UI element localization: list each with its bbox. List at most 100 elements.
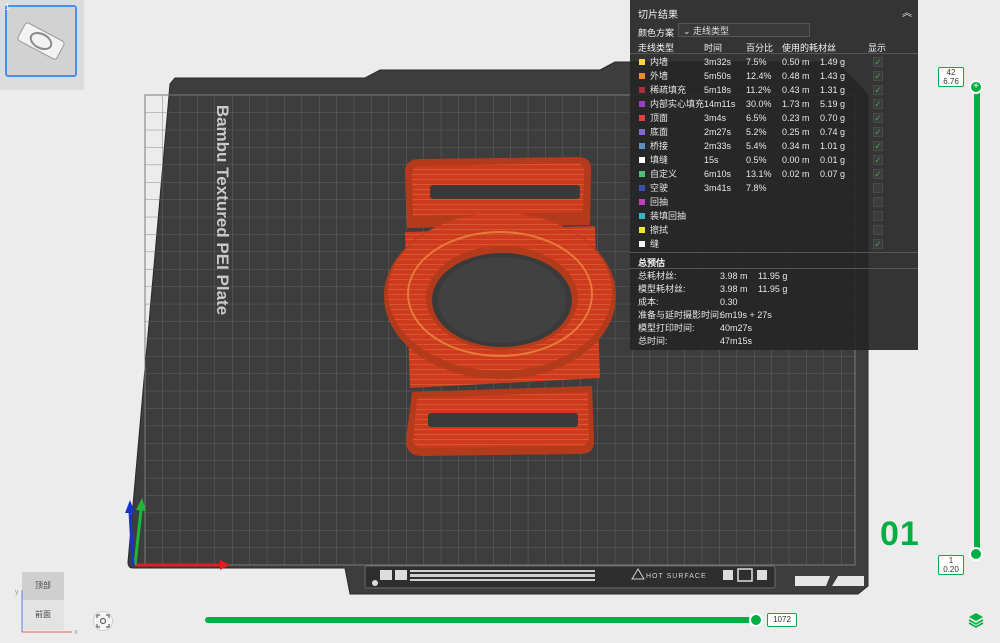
checkmark-icon: ✓: [874, 113, 882, 123]
checkmark-icon: ✓: [874, 141, 882, 151]
feature-row: 擦拭: [630, 223, 918, 237]
feature-weight: 0.74 g: [820, 127, 846, 137]
focus-icon: [96, 614, 110, 628]
visibility-checkbox[interactable]: ✓: [873, 141, 883, 151]
color-swatch: [639, 129, 645, 135]
visibility-checkbox[interactable]: ✓: [873, 71, 883, 81]
estimate-v1: 0.30: [720, 297, 738, 307]
feature-name: 桥接: [650, 141, 669, 151]
feature-name: 自定义: [650, 169, 678, 179]
feature-percent: 13.1%: [746, 169, 772, 179]
feature-row: 内墙 3m32s 7.5% 0.50 m 1.49 g ✓: [630, 55, 918, 69]
visibility-checkbox[interactable]: ✓: [873, 155, 883, 165]
visibility-checkbox[interactable]: ✓: [873, 113, 883, 123]
feature-length: 0.00 m: [782, 155, 810, 165]
feature-percent: 0.5%: [746, 155, 767, 165]
visibility-checkbox[interactable]: [873, 225, 883, 235]
estimate-row: 总耗材丝: 3.98 m 11.95 g: [630, 270, 918, 283]
hot-surface-label: HOT SURFACE: [646, 573, 707, 580]
feature-time: 5m50s: [704, 71, 732, 81]
color-swatch: [639, 213, 645, 219]
layers-toggle-button[interactable]: [968, 612, 984, 628]
feature-row: 底面 2m27s 5.2% 0.25 m 0.74 g ✓: [630, 125, 918, 139]
view-cube-axes: x y: [15, 589, 78, 636]
visibility-checkbox[interactable]: ✓: [873, 127, 883, 137]
divider: [630, 53, 918, 54]
feature-name: 稀疏填充: [650, 85, 687, 95]
feature-length: 0.25 m: [782, 127, 810, 137]
color-swatch: [639, 73, 645, 79]
estimate-v1: 3.98 m: [720, 271, 748, 281]
feature-name: 缝: [650, 239, 660, 249]
visibility-checkbox[interactable]: ✓: [873, 239, 883, 249]
checkmark-icon: ✓: [874, 85, 882, 95]
bottom-layer-height: 0.20: [943, 565, 959, 574]
estimate-label: 总耗材丝:: [638, 271, 677, 281]
feature-name: 内墙: [650, 57, 669, 67]
layer-slider-track[interactable]: [974, 86, 980, 554]
divider: [630, 268, 918, 269]
feature-percent: 5.4%: [746, 141, 767, 151]
layer-bottom-label: 1 0.20: [938, 555, 964, 575]
plate-number: 01: [880, 515, 920, 553]
feature-name: 擦拭: [650, 225, 669, 235]
visibility-checkbox[interactable]: ✓: [873, 99, 883, 109]
checkmark-icon: ✓: [874, 127, 882, 137]
color-swatch: [639, 115, 645, 121]
checkmark-icon: ✓: [874, 155, 882, 165]
collapse-chevron-icon[interactable]: ︽: [902, 4, 912, 19]
feature-percent: 11.2%: [746, 85, 771, 95]
estimate-label: 总时间:: [638, 336, 668, 346]
feature-time: 2m27s: [704, 127, 732, 137]
visibility-checkbox[interactable]: ✓: [873, 169, 883, 179]
layer-slider-top-handle[interactable]: +: [969, 80, 983, 94]
feature-name: 填缝: [650, 155, 669, 165]
layer-slider-bottom-handle[interactable]: [969, 547, 983, 561]
top-layer-number: 42: [946, 68, 956, 77]
checkmark-icon: ✓: [874, 71, 882, 81]
color-scheme-dropdown[interactable]: ⌄ 走线类型: [678, 23, 810, 37]
feature-row: 稀疏填充 5m18s 11.2% 0.43 m 1.31 g ✓: [630, 83, 918, 97]
feature-percent: 6.5%: [746, 113, 767, 123]
estimate-v2: 11.95 g: [758, 271, 788, 281]
axis-y-label: y: [15, 589, 19, 596]
feature-time: 15s: [704, 155, 719, 165]
feature-name: 顶面: [650, 113, 669, 123]
bed-name-label: Bambu Textured PEI Plate: [213, 104, 232, 316]
feature-time: 14m11s: [704, 99, 736, 109]
feature-time: 3m32s: [704, 57, 732, 67]
color-swatch: [639, 59, 645, 65]
feature-time: 3m4s: [704, 113, 727, 123]
move-slider-handle[interactable]: [749, 613, 763, 627]
estimate-v1: 6m19s + 27s: [720, 310, 772, 320]
feature-row: 顶面 3m4s 6.5% 0.23 m 0.70 g ✓: [630, 111, 918, 125]
visibility-checkbox[interactable]: [873, 183, 883, 193]
camera-reset-button[interactable]: [93, 611, 113, 631]
feature-weight: 1.01 g: [820, 141, 846, 151]
feature-percent: 12.4%: [746, 71, 772, 81]
visibility-checkbox[interactable]: ✓: [873, 85, 883, 95]
estimate-label: 模型耗材丝:: [638, 284, 686, 294]
color-swatch: [639, 143, 645, 149]
estimate-v1: 40m27s: [720, 323, 753, 333]
visibility-checkbox[interactable]: ✓: [873, 57, 883, 67]
checkmark-icon: ✓: [874, 99, 882, 109]
estimate-label: 成本:: [638, 297, 659, 307]
estimate-row: 模型打印时间: 40m27s: [630, 322, 918, 335]
feature-row: 回抽: [630, 195, 918, 209]
visibility-checkbox[interactable]: [873, 197, 883, 207]
feature-row: 缝 ✓: [630, 237, 918, 251]
feature-row: 空驶 3m41s 7.8%: [630, 181, 918, 195]
feature-length: 0.02 m: [782, 169, 810, 179]
feature-length: 0.23 m: [782, 113, 810, 123]
estimate-v1: 47m15s: [720, 336, 753, 346]
estimate-row: 准备与延时摄影时间: 6m19s + 27s: [630, 309, 918, 322]
estimate-row: 模型耗材丝: 3.98 m 11.95 g: [630, 283, 918, 296]
move-slider-track[interactable]: [205, 617, 761, 623]
feature-percent: 30.0%: [746, 99, 772, 109]
feature-percent: 7.8%: [746, 183, 767, 193]
feature-length: 0.48 m: [782, 71, 810, 81]
visibility-checkbox[interactable]: [873, 211, 883, 221]
feature-length: 1.73 m: [782, 99, 810, 109]
feature-weight: 0.70 g: [820, 113, 846, 123]
